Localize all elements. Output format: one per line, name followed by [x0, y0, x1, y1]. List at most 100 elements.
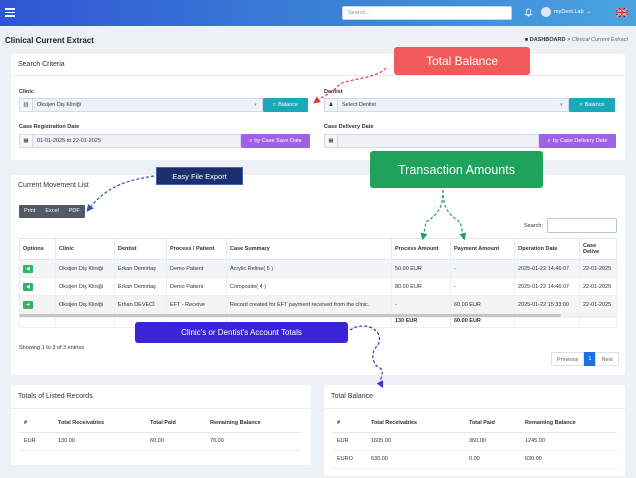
row-action-button[interactable]: ◀ — [23, 282, 33, 291]
col-paid: Total Paid — [464, 414, 520, 433]
top-bar: Search... myDent Lab ⌄ — [0, 0, 636, 26]
total-cell: 630.00 — [366, 450, 464, 469]
search-input[interactable]: Search... — [342, 6, 512, 20]
print-button[interactable]: Print — [19, 205, 40, 218]
row-action-button[interactable]: ➜ — [23, 300, 33, 309]
export-buttons: Print Excel PDF — [19, 205, 85, 218]
cell-operation-date: 2025-01-22 15:33:00 — [514, 295, 580, 314]
total-balance-card: Total Balance # Total Receivables Total … — [324, 385, 625, 476]
movement-rows: ◀ Oksijen Diş Kliniği Erkan Demirtaş Demo P… — [19, 259, 617, 314]
listed-totals-card: Totals of Listed Records # Total Receiva… — [11, 385, 311, 465]
pdf-button[interactable]: PDF — [64, 205, 85, 218]
total-balance-title: Total Balance — [324, 385, 625, 409]
breadcrumb-current: Clinical Current Extract — [571, 37, 628, 43]
col-receivables: Total Receivables — [53, 414, 145, 433]
col-delivery[interactable]: Case Delive — [579, 238, 617, 260]
bell-icon[interactable] — [524, 8, 533, 17]
case-delivery-date-button[interactable]: ⌕ by Case Delivery Date — [539, 134, 616, 148]
horizontal-scrollbar[interactable] — [19, 313, 616, 318]
table-row: EURO 630.00 0.00 630.00 — [332, 450, 617, 469]
cell-operation-date: 2025-01-22 14:46:07 — [514, 259, 580, 278]
total-cell: 0.00 — [464, 450, 520, 469]
pagination: Previous 1 Next — [551, 352, 619, 366]
cell-clinic: Oksijen Diş Kliniği — [55, 259, 115, 278]
col-remaining: Remaining Balance — [205, 414, 301, 433]
cell-summary: Composite( 4 ) — [226, 277, 392, 296]
total-cell: 130.00 — [53, 432, 145, 451]
cell-summary: Record created for EFT payment received … — [226, 295, 392, 314]
chevron-down-icon: ▾ — [560, 102, 563, 108]
col-summary[interactable]: Case Summary — [226, 238, 392, 260]
table-search-input[interactable] — [547, 218, 617, 233]
col-clinic[interactable]: Clinic — [55, 238, 115, 260]
row-action-button[interactable]: ◀ — [23, 264, 33, 273]
case-save-date-button[interactable]: ⌕ by Case Save Date — [241, 134, 310, 148]
col-dentist[interactable]: Dentist — [114, 238, 167, 260]
cell-process-amount: 50.00 EUR — [391, 259, 451, 278]
reg-date-input[interactable]: ▦ 01-01-2025 to 22-01-2025 — [19, 134, 241, 148]
col-patient[interactable]: Process / Patient — [166, 238, 227, 260]
total-cell: EUR — [332, 432, 366, 451]
uk-flag-icon[interactable] — [616, 8, 628, 17]
total-balance-table: # Total Receivables Total Paid Remaining… — [332, 414, 617, 469]
page-1-button[interactable]: 1 — [584, 352, 596, 366]
next-button[interactable]: Next — [595, 352, 619, 366]
chevron-down-icon: ▾ — [254, 102, 257, 108]
avatar — [541, 7, 551, 17]
search-icon: ⌕ — [547, 137, 551, 144]
col-payment-amount[interactable]: Payment Amount — [450, 238, 515, 260]
col-process-amount[interactable]: Process Amount — [391, 238, 451, 260]
cell-patient: EFT - Receive — [166, 295, 227, 314]
cell-payment-amount: - — [450, 277, 515, 296]
menu-icon[interactable] — [5, 8, 15, 17]
total-cell: 1605.00 — [366, 432, 464, 451]
col-options[interactable]: Options — [19, 238, 56, 260]
listed-rows: EUR 130.00 60.00 70.00 — [19, 432, 301, 451]
user-name: myDent Lab — [554, 9, 584, 15]
col-remaining: Remaining Balance — [520, 414, 617, 433]
listed-totals-title: Totals of Listed Records — [11, 385, 311, 409]
cell-delivery: 22-01-2025 — [579, 295, 617, 314]
col-hash: # — [19, 414, 53, 433]
cell-clinic: Oksijen Diş Kliniği — [55, 295, 115, 314]
breadcrumb: ■ DASHBOARD > Clinical Current Extract — [525, 37, 628, 43]
cell-options: ➜ — [19, 295, 56, 314]
dentist-select[interactable]: ♟ Select Dentist ▾ — [324, 98, 569, 112]
total-balance-callout: Total Balance — [394, 47, 530, 75]
cell-operation-date: 2025-01-22 14:46:07 — [514, 277, 580, 296]
excel-button[interactable]: Excel — [40, 205, 63, 218]
clinic-select[interactable]: ▥ Oksijen Diş Kliniği ▾ — [19, 98, 263, 112]
account-totals-callout: Clinic's or Dentist's Account Totals — [135, 322, 348, 343]
clinic-balance-button[interactable]: ⌕ Balance — [263, 98, 308, 112]
cell-options: ◀ — [19, 259, 56, 278]
total-cell: 630.00 — [520, 450, 617, 469]
col-operation-date[interactable]: Operation Date — [514, 238, 580, 260]
total-cell: 60.00 — [145, 432, 205, 451]
table-row: ◀ Oksijen Diş Kliniği Erkan Demirtaş Demo P… — [19, 277, 617, 296]
cell-delivery: 22-01-2025 — [579, 277, 617, 296]
easy-export-callout: Easy File Export — [156, 167, 243, 185]
total-cell: 70.00 — [205, 432, 301, 451]
cell-dentist: Erkan Demirtaş — [114, 277, 167, 296]
cell-payment-amount: 60.00 EUR — [450, 295, 515, 314]
total-cell: 1245.00 — [520, 432, 617, 451]
dentist-balance-button[interactable]: ⌕ Balance — [569, 98, 615, 112]
breadcrumb-home[interactable]: DASHBOARD — [530, 37, 566, 43]
transaction-amounts-callout: Transaction Amounts — [370, 151, 543, 188]
prev-button[interactable]: Previous — [551, 352, 585, 366]
total-cell: EURO — [332, 450, 366, 469]
delivery-date-input[interactable]: ▦ — [324, 134, 539, 148]
reg-date-label: Case Registration Date — [19, 124, 80, 130]
dentist-label: Dentist — [324, 89, 343, 95]
user-menu[interactable]: myDent Lab ⌄ — [541, 7, 591, 17]
scrollbar-thumb[interactable] — [19, 314, 561, 317]
cell-patient: Demo Patient — [166, 259, 227, 278]
breadcrumb-sep: > — [567, 37, 571, 43]
cell-dentist: Erkan Demirtaş — [114, 259, 167, 278]
chevron-down-icon: ⌄ — [586, 9, 592, 15]
total-cell: EUR — [19, 432, 53, 451]
calendar-icon: ▦ — [325, 135, 338, 147]
cell-dentist: Erhan DEVECİ — [114, 295, 167, 314]
balance-rows: EUR 1605.00 360.00 1245.00 EURO 630.00 0.00 630… — [332, 432, 617, 469]
total-cell: 360.00 — [464, 432, 520, 451]
